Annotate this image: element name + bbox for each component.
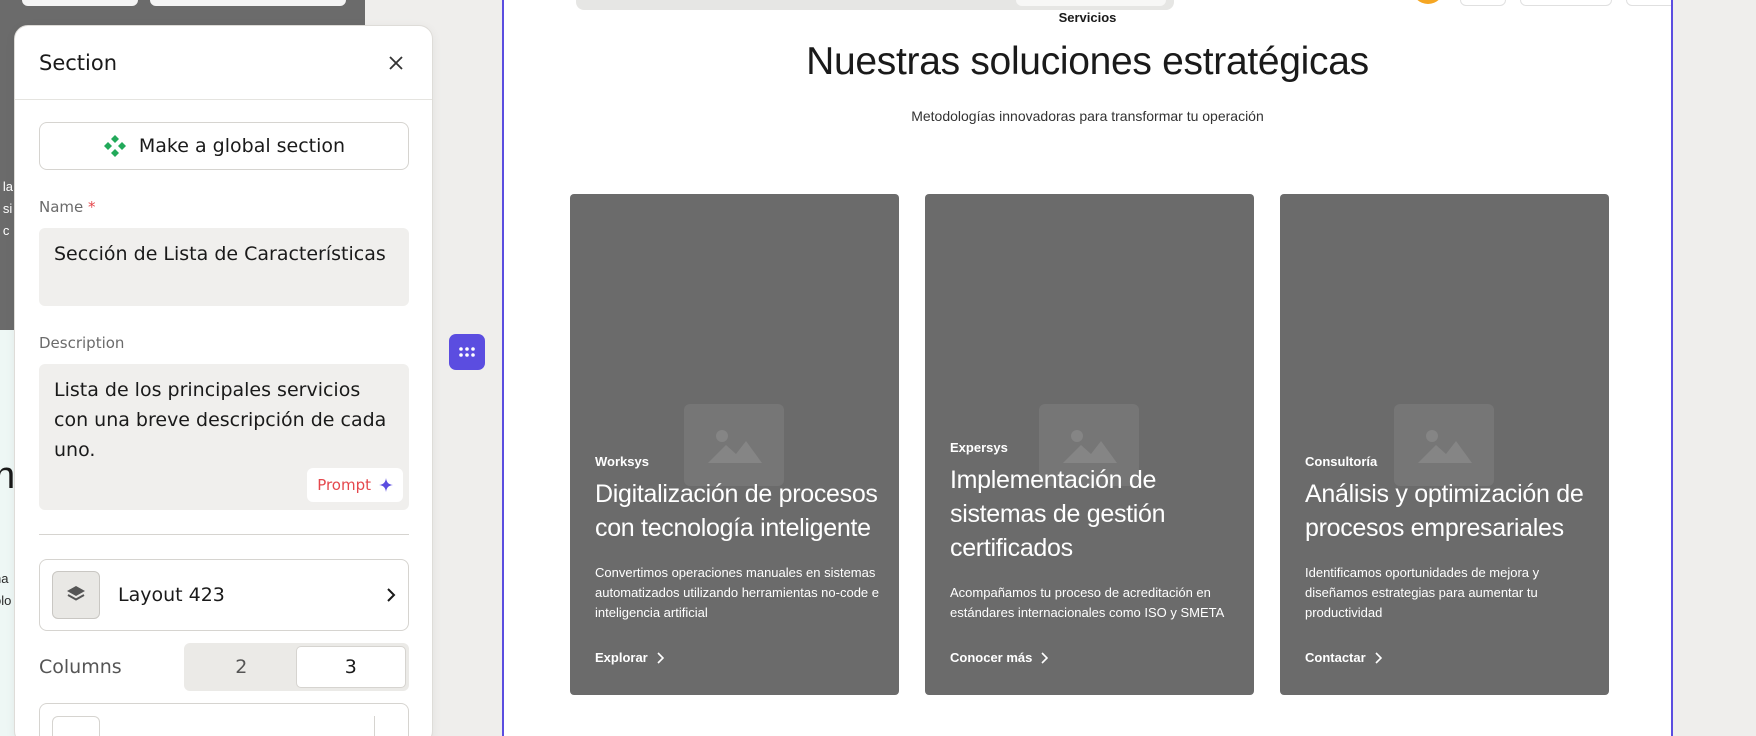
card-eyebrow: Worksys (595, 454, 649, 469)
close-icon (389, 55, 403, 70)
prompt-label: Prompt (317, 476, 371, 494)
section-tagline: Servicios (1058, 10, 1117, 25)
name-label-text: Name (39, 198, 84, 216)
columns-label: Columns (39, 656, 122, 678)
card-content: Worksys Digitalización de procesos con t… (595, 454, 879, 667)
panel-body: Make a global section Name * Sección de … (15, 100, 432, 736)
columns-option-3[interactable]: 3 (295, 646, 406, 688)
columns-option-2[interactable]: 2 (187, 646, 296, 688)
chevron-right-icon (1375, 651, 1382, 664)
section-panel: Section Make a global section Name * Sec… (14, 25, 433, 736)
layout-label: Layout 423 (118, 584, 225, 606)
prompt-button[interactable]: Prompt (307, 468, 403, 502)
divider (39, 534, 409, 535)
card-link[interactable]: Conocer más (950, 650, 1049, 665)
section-subheading: Metodologías innovadoras para transforma… (911, 108, 1264, 124)
columns-row: Columns 2 3 (39, 643, 409, 691)
name-label: Name * (39, 198, 408, 216)
card-link[interactable]: Explorar (595, 650, 664, 665)
card-eyebrow: Expersys (950, 440, 1008, 455)
card-content: Consultoría Análisis y optimización de p… (1305, 454, 1589, 667)
background-text-fragment: na (0, 571, 9, 586)
background-text-fragment: e si (0, 201, 13, 216)
background-chip (150, 0, 346, 6)
canvas-toolbar (576, 0, 1174, 10)
chevron-right-icon (1041, 651, 1049, 664)
toolbar-button[interactable] (1520, 0, 1612, 6)
card-description: Identificamos oportunidades de mejora y … (1305, 565, 1540, 620)
card-title: Implementación de sistemas de gestión ce… (950, 466, 1166, 562)
canvas-page[interactable]: Servicios Nuestras soluciones estratégic… (502, 0, 1673, 736)
card-content: Expersys Implementación de sistemas de g… (950, 440, 1234, 667)
toolbar-button[interactable] (1460, 0, 1506, 6)
layers-icon (52, 571, 100, 619)
avatar[interactable] (1412, 0, 1444, 4)
card-link[interactable]: Contactar (1305, 650, 1382, 665)
card-description: Convertimos operaciones manuales en sist… (595, 565, 880, 620)
canvas-toolbar-tab[interactable] (1016, 0, 1166, 6)
setting-icon (52, 716, 100, 736)
panel-title: Section (39, 50, 118, 75)
background-text-fragment: o c (0, 223, 10, 238)
card-link-label: Explorar (595, 650, 648, 665)
background-chip (22, 0, 138, 6)
description-label: Description (39, 334, 125, 352)
description-value: Lista de los principales servicios con u… (54, 379, 387, 461)
setting-divider (374, 716, 398, 736)
feature-card[interactable]: Worksys Digitalización de procesos con t… (570, 194, 899, 695)
description-field[interactable]: Lista de los principales servicios con u… (39, 364, 409, 510)
toolbar-button[interactable] (1626, 0, 1671, 6)
global-component-icon (103, 135, 126, 157)
card-title: Digitalización de procesos con tecnologí… (595, 480, 878, 542)
background-text-fragment: olo (0, 593, 12, 608)
make-global-section-label: Make a global section (138, 135, 346, 157)
section-drag-handle[interactable] (449, 334, 485, 370)
background-heading-fragment: n (0, 455, 16, 497)
card-link-label: Contactar (1305, 650, 1366, 665)
close-button[interactable] (384, 51, 408, 75)
card-title: Análisis y optimización de procesos empr… (1305, 480, 1584, 542)
card-link-label: Conocer más (950, 650, 1033, 665)
chevron-right-icon (657, 651, 664, 664)
section-heading: Nuestras soluciones estratégicas (806, 40, 1369, 83)
background-text-fragment: a la (0, 179, 13, 194)
chevron-right-icon (387, 588, 396, 602)
sparkle-icon (379, 478, 393, 492)
layout-selector[interactable]: Layout 423 (39, 559, 409, 631)
next-setting-row[interactable] (39, 703, 409, 736)
name-field[interactable]: Sección de Lista de Características (39, 228, 409, 306)
feature-card[interactable]: Expersys Implementación de sistemas de g… (925, 194, 1254, 695)
card-eyebrow: Consultoría (1305, 454, 1378, 469)
feature-cards: Worksys Digitalización de procesos con t… (570, 194, 1610, 695)
make-global-section-button[interactable]: Make a global section (39, 122, 409, 170)
card-description: Acompañamos tu proceso de acreditación e… (950, 585, 1225, 620)
feature-card[interactable]: Consultoría Análisis y optimización de p… (1280, 194, 1609, 695)
grid-dots-icon (459, 347, 475, 357)
panel-header: Section (15, 26, 432, 100)
required-mark: * (88, 198, 96, 216)
columns-segmented-control: 2 3 (184, 643, 409, 691)
